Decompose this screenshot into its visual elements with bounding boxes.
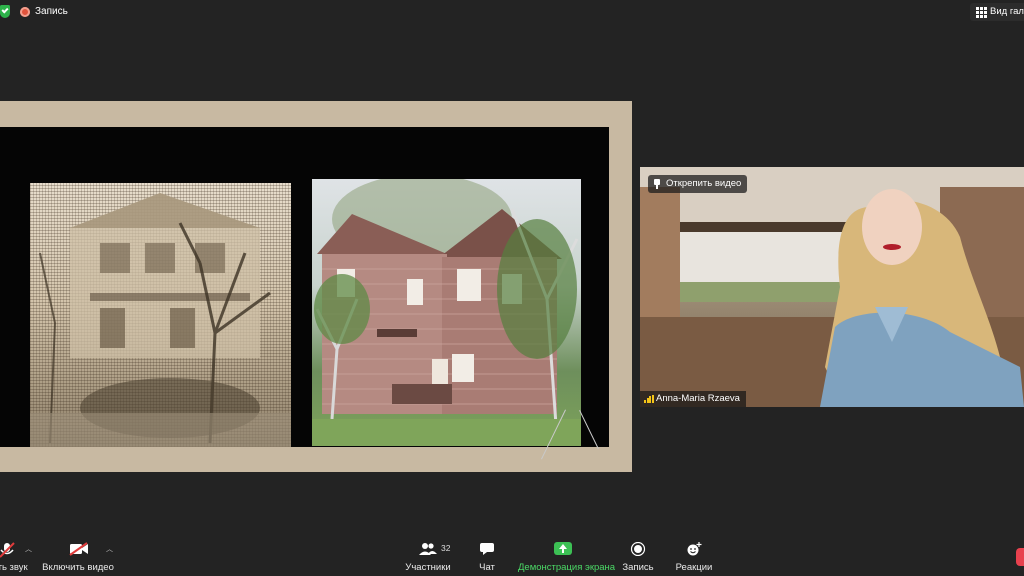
chat-button[interactable]: Чат [470, 536, 504, 576]
video-options-chevron-icon[interactable]: ︿ [106, 546, 113, 553]
share-screen-button[interactable]: Демонстрация экрана [518, 536, 616, 576]
decorative-line [579, 410, 599, 450]
shared-screen-slide[interactable] [0, 101, 632, 472]
grid-icon [976, 7, 987, 18]
unpin-video-label: Открепить видео [666, 178, 742, 189]
restored-house-drawing [312, 179, 581, 446]
participants-count: 32 [441, 543, 451, 553]
chat-label: Чат [479, 562, 495, 573]
unpin-video-button[interactable]: Открепить видео [648, 175, 748, 193]
security-shield-icon[interactable] [0, 5, 10, 18]
gallery-view-label: Вид галереи [990, 6, 1024, 17]
recording-label: Запись [35, 6, 68, 17]
pin-icon [654, 179, 660, 189]
gallery-view-button[interactable]: Вид галереи [970, 3, 1024, 21]
share-screen-label: Демонстрация экрана [518, 562, 616, 573]
record-label: Запись [622, 562, 654, 573]
end-meeting-button[interactable] [1016, 548, 1024, 566]
participants-icon: 32 [419, 542, 450, 556]
participants-label: Участники [405, 562, 451, 573]
share-screen-arrow-icon [554, 542, 572, 555]
slide-dark-panel [0, 127, 609, 460]
reactions-label: Реакции [675, 562, 713, 573]
participants-button[interactable]: 32 Участники [404, 536, 452, 576]
microphone-muted-icon [0, 542, 16, 558]
participant-name-tag: Anna-Maria Rzaeva [640, 391, 746, 407]
start-video-label: Включить видео [42, 562, 114, 573]
recording-icon [20, 7, 30, 17]
chat-bubble-icon [478, 542, 496, 556]
record-button[interactable]: Запись [620, 536, 656, 576]
meeting-toolbar: ить звук ︿ Включить видео ︿ 32 Участники… [0, 536, 1024, 576]
historic-house-photo [30, 183, 291, 447]
participant-video-feed [640, 167, 1024, 407]
historic-house-drawing [30, 193, 291, 447]
start-video-button[interactable]: Включить видео [40, 536, 116, 576]
participant-name: Anna-Maria Rzaeva [656, 393, 740, 404]
meeting-top-bar: Запись Вид галереи [0, 0, 1024, 26]
reactions-button[interactable]: Реакции [675, 536, 713, 576]
video-camera-off-icon [69, 542, 88, 556]
mute-label: ить звук [0, 562, 28, 573]
mute-button[interactable]: ить звук [0, 536, 34, 576]
audio-options-chevron-icon[interactable]: ︿ [25, 546, 32, 553]
signal-strength-icon [644, 395, 654, 403]
participant-video-tile[interactable]: Открепить видео Anna-Maria Rzaeva [640, 167, 1024, 407]
record-icon [629, 541, 647, 557]
smiley-plus-icon [685, 542, 703, 556]
restored-house-render [312, 179, 581, 446]
